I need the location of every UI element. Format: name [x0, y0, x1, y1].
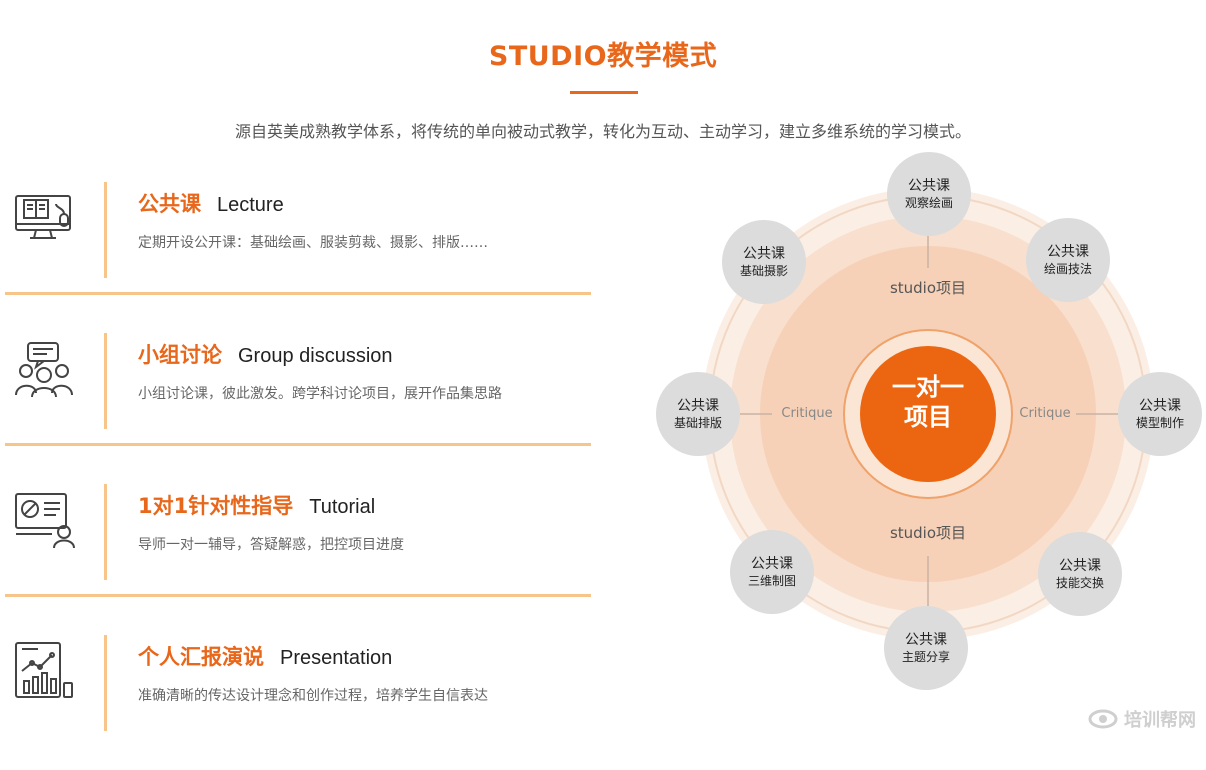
item-title-en: Group discussion — [238, 345, 393, 367]
item-title-cn: 1对1针对性指导 — [138, 494, 294, 518]
group-discussion-icon — [15, 342, 73, 398]
node-label-secondary: 三维制图 — [747, 574, 796, 588]
ring-label-bottom: studio项目 — [889, 524, 967, 542]
node-label-secondary: 技能交换 — [1055, 576, 1104, 590]
critique-right: Critique — [1019, 406, 1071, 421]
list-item-lecture: 公共课 Lecture 定期开设公开课：基础绘画、服装剪裁、摄影、排版…… — [0, 166, 592, 317]
node-label-primary: 公共课 — [1059, 558, 1101, 574]
node-label-secondary: 基础摄影 — [739, 264, 788, 278]
item-title-cn: 小组讨论 — [138, 343, 222, 367]
item-description: 定期开设公开课：基础绘画、服装剪裁、摄影、排版…… — [138, 235, 488, 251]
center-label-line2: 项目 — [904, 403, 952, 431]
node-basic-photography: 公共课 基础摄影 — [722, 220, 806, 304]
chart-report-icon — [15, 642, 73, 698]
node-painting-technique: 公共课 绘画技法 — [1026, 218, 1110, 302]
horizontal-divider — [5, 443, 591, 446]
node-label-primary: 公共课 — [908, 178, 950, 194]
node-label-primary: 公共课 — [905, 632, 947, 648]
list-item-tutorial: 1对1针对性指导 Tutorial 导师一对一辅导，答疑解惑，把控项目进度 — [0, 468, 592, 619]
horizontal-divider — [5, 594, 591, 597]
node-label-primary: 公共课 — [1047, 244, 1089, 260]
critique-left: Critique — [781, 406, 833, 421]
list-item-presentation: 个人汇报演说 Presentation 准确清晰的传达设计理念和创作过程，培养学生… — [0, 619, 592, 770]
page-title: STUDIO教学模式 — [488, 41, 718, 72]
item-description: 小组讨论课，彼此激发。跨学科讨论项目，展开作品集思路 — [138, 386, 502, 402]
center-label: 一对一 项目 — [858, 372, 998, 432]
node-label-secondary: 主题分享 — [901, 650, 950, 664]
vertical-divider — [104, 635, 107, 731]
node-model-making: 公共课 模型制作 — [1118, 372, 1202, 456]
node-label-secondary: 绘画技法 — [1043, 262, 1092, 276]
item-description: 导师一对一辅导，答疑解惑，把控项目进度 — [138, 537, 404, 553]
center-label-line1: 一对一 — [892, 373, 964, 401]
computer-lecture-icon — [15, 195, 71, 239]
node-observation-drawing: 公共课 观察绘画 — [887, 152, 971, 236]
vertical-divider — [104, 333, 107, 429]
studio-diagram: 一对一 项目 studio项目 studio项目 Critique Critiq… — [640, 140, 1206, 700]
item-description: 准确清晰的传达设计理念和创作过程，培养学生自信表达 — [138, 688, 488, 704]
ring-label-top: studio项目 — [889, 279, 967, 297]
node-label-primary: 公共课 — [743, 246, 785, 262]
page-subtitle: 源自英美成熟教学体系，将传统的单向被动式教学，转化为互动、主动学习，建立多维系统… — [234, 122, 971, 141]
item-title-cn: 个人汇报演说 — [138, 645, 264, 669]
node-3d-drawing: 公共课 三维制图 — [730, 530, 814, 614]
eye-logo-icon — [1088, 709, 1118, 729]
node-topic-sharing: 公共课 主题分享 — [884, 606, 968, 690]
node-basic-layout: 公共课 基础排版 — [656, 372, 740, 456]
item-title-en: Lecture — [217, 194, 284, 216]
tutor-board-icon — [15, 493, 75, 549]
horizontal-divider — [5, 292, 591, 295]
node-label-primary: 公共课 — [1139, 398, 1181, 414]
title-underline — [570, 91, 638, 94]
node-label-secondary: 模型制作 — [1135, 416, 1184, 430]
node-label-primary: 公共课 — [677, 398, 719, 414]
item-title-en: Presentation — [280, 647, 393, 669]
watermark: 培训帮网 — [1088, 706, 1196, 732]
item-title-en: Tutorial — [309, 496, 376, 518]
vertical-divider — [104, 182, 107, 278]
node-label-primary: 公共课 — [751, 556, 793, 572]
node-label-secondary: 基础排版 — [673, 416, 722, 430]
vertical-divider — [104, 484, 107, 580]
node-label-secondary: 观察绘画 — [904, 196, 953, 210]
watermark-text: 培训帮网 — [1124, 710, 1196, 731]
item-title-cn: 公共课 — [138, 192, 201, 216]
list-item-group-discussion: 小组讨论 Group discussion 小组讨论课，彼此激发。跨学科讨论项目，… — [0, 317, 592, 468]
node-skill-exchange: 公共课 技能交换 — [1038, 532, 1122, 616]
